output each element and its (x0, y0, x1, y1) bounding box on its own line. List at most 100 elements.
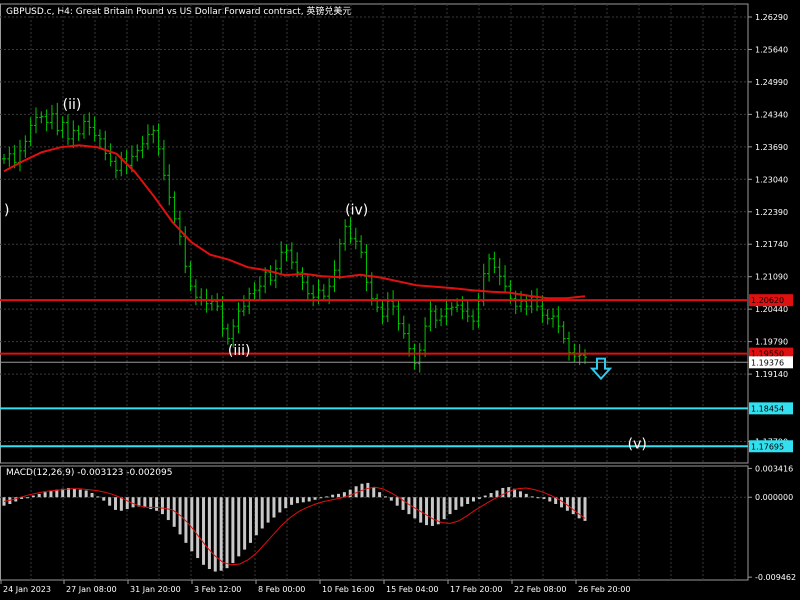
macd-bar (471, 497, 475, 502)
time-tick-label: 24 Jan 2023 (3, 585, 51, 594)
wave-label: (iii) (228, 343, 251, 359)
macd-bar (319, 497, 323, 499)
time-tick-label: 27 Jan 08:00 (66, 585, 117, 594)
macd-bar (325, 496, 329, 498)
macd-bar (395, 497, 399, 506)
macd-bar (84, 490, 88, 498)
price-tick-label: 1.25640 (755, 45, 788, 54)
macd-bar (49, 490, 53, 498)
macd-bar (442, 497, 446, 520)
macd-bar (524, 493, 528, 498)
macd-bar (131, 497, 135, 508)
macd-bar (143, 497, 147, 508)
macd-bar (207, 497, 211, 570)
level-label: 1.19376 (751, 358, 784, 367)
macd-bar (477, 497, 481, 499)
macd-bar (448, 497, 452, 515)
macd-bar (495, 490, 499, 498)
macd-bar (237, 497, 241, 557)
price-tick-label: 1.26290 (755, 13, 788, 22)
level-label: 1.17695 (751, 442, 784, 451)
macd-tick-label: -0.009462 (755, 573, 796, 582)
price-tick-label: 1.19140 (755, 370, 788, 379)
time-tick-label: 3 Feb 12:00 (194, 585, 241, 594)
time-tick-label: 8 Feb 00:00 (258, 585, 305, 594)
macd-bar (331, 494, 335, 498)
macd-bar (43, 492, 47, 498)
macd-bar (90, 493, 94, 498)
macd-bar (466, 497, 470, 504)
macd-bar (284, 497, 288, 509)
macd-bar (37, 493, 41, 498)
price-chart[interactable]: 1.26290 1.25640 1.24990 1.24340 1.23690 1.230… (0, 0, 800, 600)
macd-panel-border (0, 465, 749, 581)
macd-bar (190, 497, 194, 552)
price-tick-label: 1.19790 (755, 338, 788, 347)
time-tick-label: 26 Feb 20:00 (578, 585, 630, 594)
macd-bar (313, 497, 317, 500)
time-tick-label: 22 Feb 08:00 (514, 585, 566, 594)
macd-bar (125, 497, 129, 510)
macd-bar (119, 497, 123, 511)
macd-bar (389, 497, 393, 501)
macd-bar (78, 489, 82, 498)
price-tick-label: 1.23040 (755, 175, 788, 184)
level-label: 1.18454 (751, 404, 784, 413)
time-tick-label: 31 Jan 20:00 (130, 585, 181, 594)
macd-bar (518, 491, 522, 498)
macd-bar (301, 497, 305, 503)
wave-label: (v) (628, 437, 647, 453)
macd-bar (290, 497, 294, 505)
macd-bar (102, 497, 106, 501)
wave-label: ) (4, 202, 9, 218)
price-tick-label: 1.21740 (755, 240, 788, 249)
time-tick-label: 15 Feb 04:00 (386, 585, 438, 594)
macd-bar (460, 497, 464, 507)
macd-bar (231, 497, 235, 564)
macd-bar (454, 497, 458, 510)
price-tick-label: 1.24340 (755, 110, 788, 119)
macd-bar (278, 497, 282, 513)
macd-bar (419, 497, 423, 523)
price-tick-label: 1.23690 (755, 143, 788, 152)
macd-bar (196, 497, 200, 559)
macd-bar (483, 495, 487, 498)
macd-bar (430, 497, 434, 526)
macd-bar (501, 487, 505, 498)
macd-bar (202, 497, 206, 565)
macd-tick-label: 0.003416 (755, 464, 793, 473)
price-tick-label: 1.22390 (755, 208, 788, 217)
level-label: 1.20620 (751, 296, 784, 305)
candle-series (2, 102, 587, 373)
macd-bar (354, 486, 358, 498)
price-tick-label: 1.20440 (755, 305, 788, 314)
macd-bar (307, 497, 311, 502)
macd-bar (225, 497, 229, 569)
macd-bar (337, 493, 341, 498)
macd-tick-label: 0.000000 (755, 493, 793, 502)
moving-average-line (3, 144, 586, 300)
macd-bar (108, 497, 112, 506)
macd-bar (530, 496, 534, 498)
macd-bar (378, 492, 382, 498)
macd-bar (72, 488, 76, 498)
wave-label: (ii) (63, 97, 82, 113)
macd-bar (114, 497, 118, 510)
macd-bar (295, 497, 299, 504)
macd-bar (155, 497, 159, 511)
time-tick-label: 17 Feb 20:00 (450, 585, 502, 594)
wave-label: (iv) (345, 202, 368, 218)
macd-signal-line (3, 486, 586, 566)
macd-bar (31, 495, 35, 498)
macd-bar (548, 497, 552, 502)
price-tick-label: 1.24990 (755, 78, 788, 87)
macd-bar (272, 497, 276, 518)
macd-bar (248, 497, 252, 543)
macd-bar (407, 497, 411, 515)
macd-bar (536, 497, 540, 499)
macd-bar (25, 497, 29, 499)
macd-bar (254, 497, 258, 536)
macd-bar (383, 496, 387, 498)
macd-bar (571, 497, 575, 515)
macd-bar (160, 497, 164, 515)
